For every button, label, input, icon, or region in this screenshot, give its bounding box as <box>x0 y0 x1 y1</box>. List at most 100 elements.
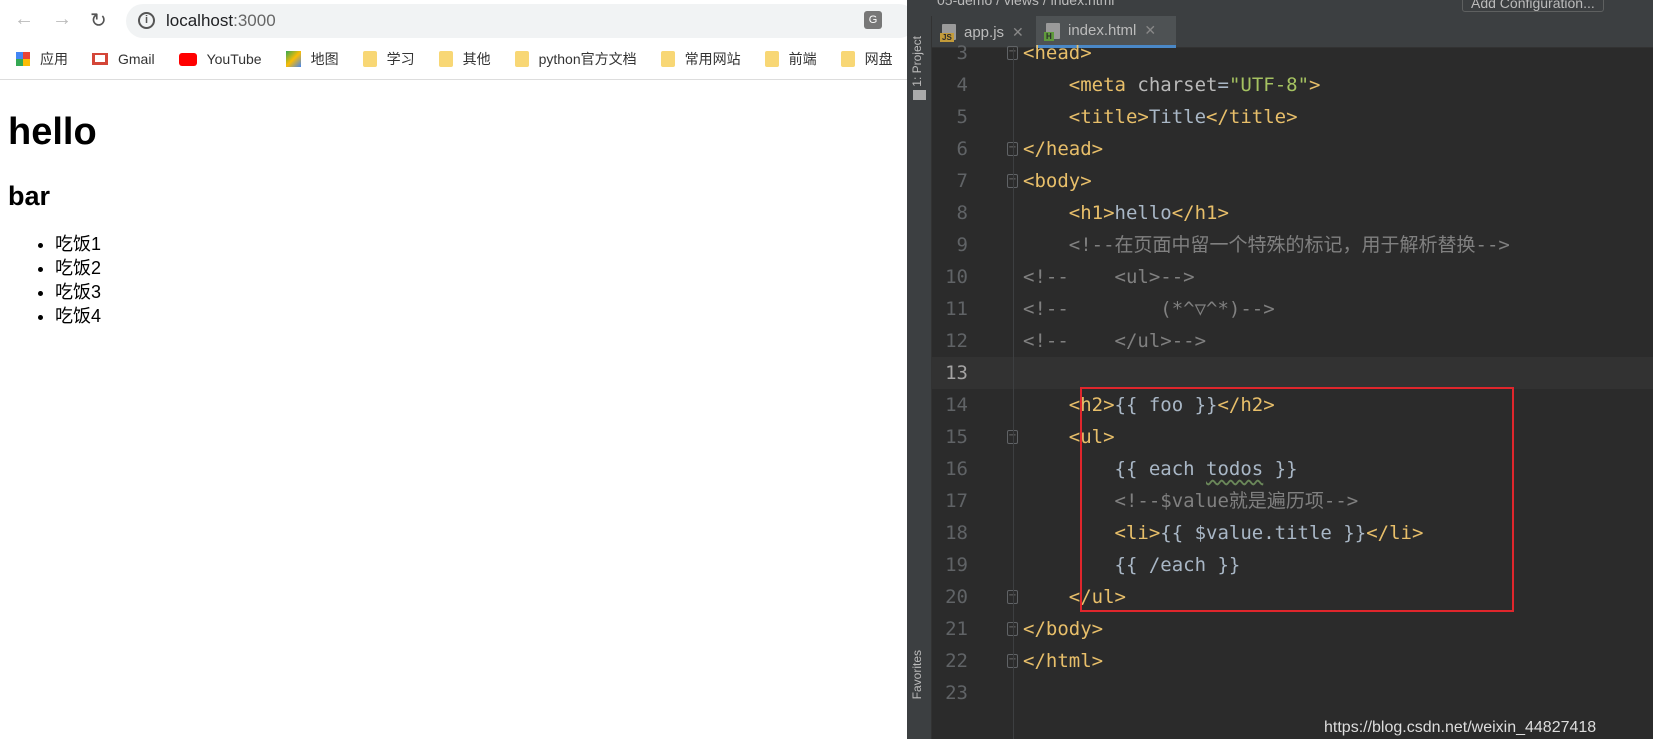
page-subheading: bar <box>8 181 51 211</box>
url-text[interactable]: localhost:3000 <box>166 11 276 31</box>
bookmark-item[interactable]: 前端 <box>764 49 817 69</box>
code-token: <!--在页面中留一个特殊的标记，用于解析替换--> <box>1023 234 1510 256</box>
code-token: > <box>1309 74 1321 96</box>
code-line[interactable]: 9 <!--在页面中留一个特殊的标记，用于解析替换--> <box>932 229 1653 261</box>
code-line[interactable]: 6−</head> <box>932 133 1653 165</box>
forward-icon[interactable]: → <box>52 8 72 31</box>
line-number: 17 <box>945 490 968 512</box>
tool-window-strip: 1: Project Favorites <box>907 16 932 739</box>
bookmark-item[interactable]: 网盘 <box>840 49 893 69</box>
bookmark-label: 地图 <box>310 51 339 67</box>
bookmark-item[interactable]: 常用网站 <box>660 49 741 69</box>
code-line[interactable]: 12 <!-- </ul>--> <box>932 325 1653 357</box>
bookmark-label: 学习 <box>386 51 415 67</box>
bookmark-item[interactable]: 应用 <box>16 49 68 69</box>
code-line[interactable]: 21−</body> <box>932 613 1653 645</box>
breadcrumb[interactable]: 05-demo / views / index.html <box>937 0 1114 8</box>
code-token: "UTF-8" <box>1228 74 1310 96</box>
todo-list: 吃饭1吃饭2吃饭3吃饭4 <box>8 232 101 328</box>
code-line[interactable]: 4 <meta charset="UTF-8"> <box>932 69 1653 101</box>
address-bar[interactable]: i localhost:3000 G <box>126 4 916 38</box>
bookmark-label: python官方文档 <box>538 51 637 67</box>
code-token: <title> <box>1068 106 1149 128</box>
code-line[interactable]: 7−<body> <box>932 165 1653 197</box>
line-number: 10 <box>945 266 968 288</box>
line-number: 11 <box>945 298 968 320</box>
apps-grid-icon <box>16 52 30 66</box>
line-number: 5 <box>956 106 968 128</box>
project-tool-button[interactable]: 1: Project <box>910 36 924 87</box>
code-line[interactable]: 8 <h1>hello</h1> <box>932 197 1653 229</box>
code-editor[interactable]: 2322−</html>21−</body>20− </ul>19 {{ /ea… <box>932 42 1653 739</box>
bookmark-item[interactable]: YouTube <box>178 51 262 67</box>
line-number: 13 <box>945 362 968 384</box>
code-token: </head> <box>1023 138 1104 160</box>
line-number: 22 <box>945 650 968 672</box>
folder-icon <box>362 51 377 67</box>
code-text: <head> <box>1023 37 1092 69</box>
code-line[interactable]: 13 <box>932 357 1653 389</box>
watermark: https://blog.csdn.net/weixin_44827418 <box>1324 719 1597 736</box>
bookmark-item[interactable]: Gmail <box>92 51 155 67</box>
code-text: <!-- (*^▽^*)--> <box>1023 293 1275 325</box>
code-token: </html> <box>1023 650 1104 672</box>
code-token: <h1> <box>1068 202 1115 224</box>
folder-icon <box>764 51 779 67</box>
line-number: 15 <box>945 426 968 448</box>
bookmark-label: YouTube <box>206 51 262 67</box>
back-icon[interactable]: ← <box>14 8 34 31</box>
line-number: 14 <box>945 394 968 416</box>
line-number: 21 <box>945 618 968 640</box>
folder-icon[interactable] <box>913 90 926 100</box>
bookmark-label: Gmail <box>118 51 155 67</box>
line-number: 12 <box>945 330 968 352</box>
divider <box>0 79 907 80</box>
line-number: 3 <box>956 42 968 64</box>
code-line[interactable]: 10 <!-- <ul>--> <box>932 261 1653 293</box>
youtube-icon <box>178 52 197 66</box>
folder-icon <box>840 51 855 67</box>
folder-icon <box>438 51 453 67</box>
code-text: <!--在页面中留一个特殊的标记，用于解析替换--> <box>1023 229 1510 261</box>
bookmark-item[interactable]: 其他 <box>438 49 491 69</box>
line-number: 7 <box>956 170 968 192</box>
code-text: <body> <box>1023 165 1092 197</box>
highlight-box <box>1080 387 1514 612</box>
code-text: <meta charset="UTF-8"> <box>1023 69 1321 101</box>
code-line[interactable]: 5 <title>Title</title> <box>932 101 1653 133</box>
bookmark-item[interactable]: 地图 <box>285 49 339 69</box>
code-text: <title>Title</title> <box>1023 101 1298 133</box>
code-line[interactable]: 22−</html> <box>932 645 1653 677</box>
code-token: <!-- </ul>--> <box>1023 330 1207 352</box>
bookmark-label: 前端 <box>788 51 817 67</box>
browser-window: ← → ↻ i localhost:3000 G 应用 Gmail YouTube 地… <box>0 0 916 739</box>
bookmark-item[interactable]: 学习 <box>362 49 415 69</box>
code-token: Title <box>1148 106 1207 128</box>
line-number: 6 <box>956 138 968 160</box>
code-line[interactable]: 3−<head> <box>932 37 1653 69</box>
code-text: </body> <box>1023 613 1103 645</box>
code-token: charset <box>1137 74 1218 96</box>
favorites-tool-button[interactable]: Favorites <box>910 650 924 699</box>
line-number: 18 <box>945 522 968 544</box>
line-number: 23 <box>945 682 968 704</box>
line-number: 9 <box>956 234 968 256</box>
code-text: <!-- </ul>--> <box>1023 325 1206 357</box>
bookmark-item[interactable]: python官方文档 <box>514 49 637 69</box>
reload-icon[interactable]: ↻ <box>90 8 107 33</box>
maps-icon <box>285 51 301 67</box>
code-text: <h1>hello</h1> <box>1023 197 1229 229</box>
translate-icon[interactable]: G <box>864 11 882 29</box>
code-text: <!-- <ul>--> <box>1023 261 1195 293</box>
ide-window: 05-demo / views / index.html Add Configu… <box>907 0 1653 739</box>
code-line[interactable]: 11 <!-- (*^▽^*)--> <box>932 293 1653 325</box>
code-token: <!-- <ul>--> <box>1023 266 1195 288</box>
code-text: </head> <box>1023 133 1103 165</box>
info-icon[interactable]: i <box>138 12 155 29</box>
code-line[interactable]: 23 <box>932 677 1653 709</box>
add-configuration-button[interactable]: Add Configuration... <box>1462 0 1604 12</box>
line-number: 20 <box>945 586 968 608</box>
